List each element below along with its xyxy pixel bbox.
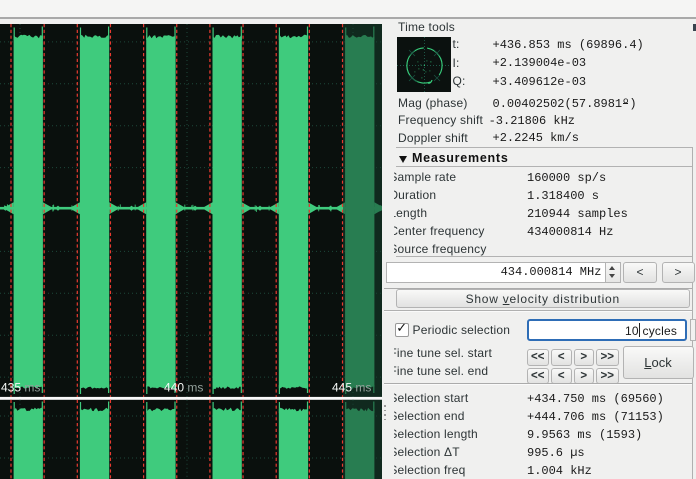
svg-text:435 ms: 435 ms <box>1 381 40 395</box>
svg-text:445 ms: 445 ms <box>332 381 371 395</box>
svg-text:440 ms: 440 ms <box>164 381 203 395</box>
